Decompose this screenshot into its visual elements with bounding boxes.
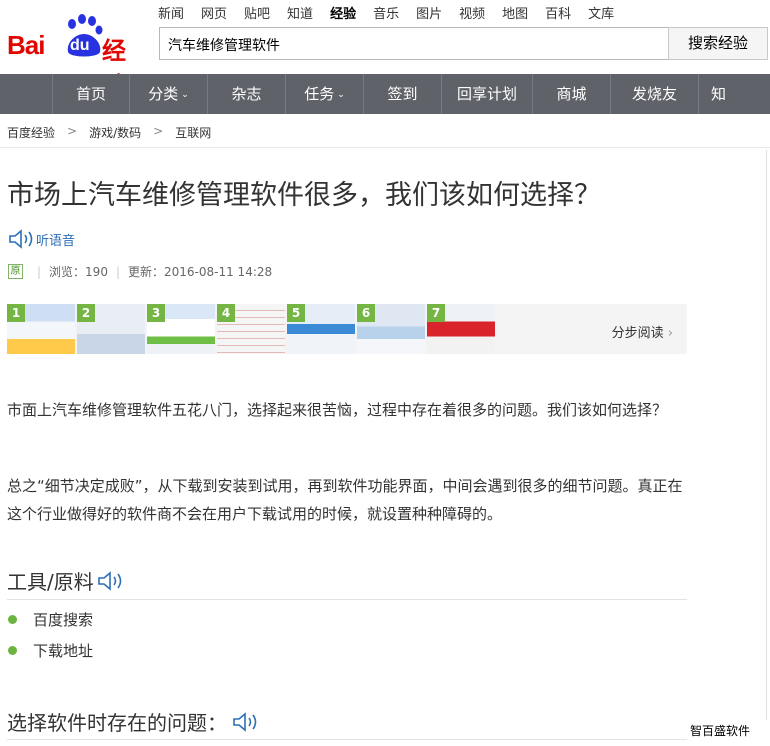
breadcrumb-item[interactable]: 百度经验: [7, 124, 55, 141]
listen-button[interactable]: 听语音: [8, 229, 75, 249]
baidu-jingyan-logo[interactable]: Bai du 经验: [7, 10, 147, 100]
bullet-icon: [8, 646, 17, 655]
step-read-link[interactable]: 分步阅读 ›: [612, 322, 673, 341]
tool-item-label: 百度搜索: [33, 611, 94, 629]
nav-item-share-plan[interactable]: 回享计划: [441, 74, 532, 114]
product-nav-wenku[interactable]: 文库: [588, 3, 614, 22]
breadcrumb-item[interactable]: 互联网: [175, 124, 211, 141]
product-nav-zhidao[interactable]: 知道: [287, 3, 313, 22]
article-meta: 原 | 浏览：190 | 更新：2016-08-11 14:28: [8, 263, 272, 280]
nav-item-label: 回享计划: [456, 85, 517, 103]
listen-label: 听语音: [36, 233, 76, 249]
step-number: 6: [357, 304, 375, 322]
step-thumbnail[interactable]: 6: [357, 304, 425, 354]
product-nav-tieba[interactable]: 贴吧: [244, 3, 270, 22]
list-item: 百度搜索: [8, 609, 93, 630]
nav-item-label: 杂志: [231, 85, 262, 103]
product-nav-music[interactable]: 音乐: [373, 3, 399, 22]
nav-item-more[interactable]: 知: [698, 74, 770, 114]
intro-paragraph: 市面上汽车维修管理软件五花八门，选择起来很苦恼，过程中存在着很多的问题。我们该如…: [7, 401, 668, 419]
nav-item-label: 知: [711, 85, 727, 103]
nav-item-mall[interactable]: 商城: [532, 74, 610, 114]
step-number: 3: [147, 304, 165, 322]
step-thumbnail[interactable]: 4: [217, 304, 285, 354]
header-divider: [0, 147, 770, 148]
section-divider: [7, 739, 687, 740]
nav-item-enthusiast[interactable]: 发烧友: [610, 74, 698, 114]
section-divider: [7, 599, 687, 600]
nav-item-label: 商城: [556, 85, 587, 103]
speaker-icon: [9, 229, 33, 249]
list-item: 下载地址: [8, 640, 93, 661]
breadcrumb-item[interactable]: 游戏/数码: [89, 124, 141, 141]
product-nav-jingyan[interactable]: 经验: [330, 3, 356, 22]
watermark: 智百盛软件: [690, 724, 751, 738]
step-number: 7: [427, 304, 445, 322]
product-nav-baike[interactable]: 百科: [545, 3, 571, 22]
speaker-icon[interactable]: [96, 570, 126, 591]
step-thumbnail[interactable]: 7: [427, 304, 495, 354]
bullet-icon: [8, 615, 17, 624]
nav-item-checkin[interactable]: 签到: [363, 74, 441, 114]
original-badge: 原: [8, 264, 23, 279]
step-thumbnail[interactable]: 5: [287, 304, 355, 354]
step-thumbnail-strip: 1 2 3 4 5 6 7 分步阅读 ›: [7, 304, 687, 354]
nav-item-category[interactable]: 分类 ⌄: [129, 74, 207, 114]
tool-item-label: 下载地址: [33, 642, 94, 660]
step-read-label: 分步阅读: [611, 326, 664, 341]
chevron-right-icon: >: [67, 124, 78, 138]
logo-text-bai: Bai: [7, 30, 45, 60]
nav-item-label: 首页: [75, 85, 106, 103]
step-number: 4: [217, 304, 235, 322]
section-heading: 选择软件时存在的问题：: [7, 707, 261, 736]
updated-time: 更新：2016-08-11 14:28: [128, 265, 273, 279]
step-number: 5: [287, 304, 305, 322]
page-title: 市场上汽车维修管理软件很多，我们该如何选择？: [7, 180, 601, 211]
chevron-right-icon: ›: [667, 326, 673, 341]
product-nav-web[interactable]: 网页: [201, 3, 227, 22]
product-nav-images[interactable]: 图片: [416, 3, 442, 22]
view-count: 浏览：190: [49, 265, 108, 279]
step-number: 2: [77, 304, 95, 322]
nav-item-label: 签到: [387, 85, 418, 103]
product-nav: 新闻 网页 贴吧 知道 经验 音乐 图片 视频 地图 百科 文库: [158, 3, 631, 22]
sidebar-border: [766, 150, 767, 720]
step-thumbnail[interactable]: 3: [147, 304, 215, 354]
intro-paragraph: 总之“细节决定成败”，从下载到安装到试用，再到软件功能界面，中间会遇到很多的细节…: [7, 477, 683, 523]
search-button[interactable]: 搜索经验: [668, 27, 768, 60]
section-heading-text: 选择软件时存在的问题：: [7, 711, 227, 735]
nav-item-magazine[interactable]: 杂志: [207, 74, 285, 114]
nav-item-home[interactable]: 首页: [52, 74, 129, 114]
chevron-down-icon: ⌄: [181, 90, 189, 100]
nav-item-tasks[interactable]: 任务 ⌄: [285, 74, 363, 114]
meta-separator: |: [115, 264, 120, 279]
step-thumbnail[interactable]: 1: [7, 304, 75, 354]
speaker-icon[interactable]: [231, 711, 261, 732]
tools-heading: 工具/原料: [7, 566, 126, 595]
product-nav-news[interactable]: 新闻: [158, 3, 184, 22]
product-nav-video[interactable]: 视频: [459, 3, 485, 22]
product-nav-map[interactable]: 地图: [502, 3, 528, 22]
meta-separator: |: [37, 264, 42, 279]
step-thumbnail[interactable]: 2: [77, 304, 145, 354]
breadcrumb: 百度经验 > 游戏/数码 > 互联网: [7, 124, 211, 141]
chevron-down-icon: ⌄: [337, 90, 345, 100]
step-number: 1: [7, 304, 25, 322]
nav-item-label: 发烧友: [631, 85, 677, 103]
tools-heading-text: 工具/原料: [7, 570, 94, 594]
chevron-right-icon: >: [153, 124, 164, 138]
nav-item-label: 分类: [148, 85, 179, 103]
search-input[interactable]: 汽车维修管理软件: [159, 27, 669, 60]
main-nav-bar: 首页 分类 ⌄ 杂志 任务 ⌄ 签到 回享计划 商城 发烧友 知: [0, 74, 770, 114]
logo-text-du: du: [70, 37, 90, 54]
nav-item-label: 任务: [304, 85, 335, 103]
